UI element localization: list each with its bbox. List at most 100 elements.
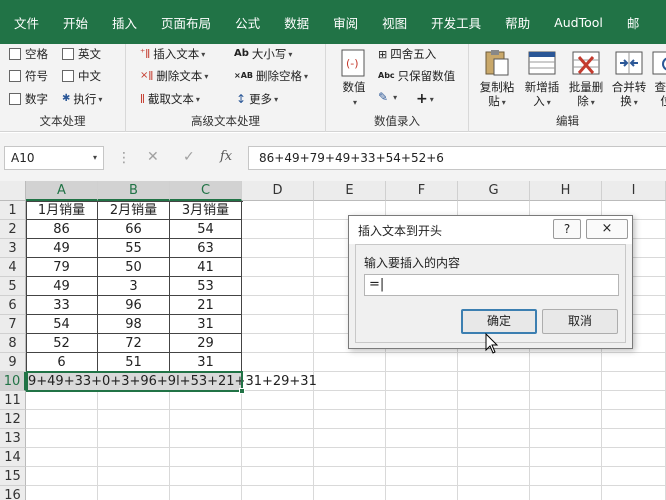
tab-mail[interactable]: 邮 [615,13,652,32]
keep-values-button[interactable]: Abc 只保留数值 [378,68,455,84]
cell[interactable]: 86 [26,220,98,239]
cell[interactable] [458,448,530,467]
row-header[interactable]: 14 [0,448,26,467]
cell[interactable] [314,353,386,372]
row-header[interactable]: 16 [0,486,26,500]
checkbox-box[interactable] [9,70,21,82]
cell[interactable]: 52 [26,334,98,353]
more-button[interactable]: ↕ 更多 ▾ [236,91,278,107]
cell[interactable] [530,429,602,448]
cell[interactable] [530,467,602,486]
cell[interactable] [170,410,242,429]
cell[interactable]: 72 [98,334,170,353]
cell[interactable] [170,467,242,486]
cancel-icon[interactable]: ✕ [147,149,159,165]
cell[interactable] [26,467,98,486]
cell[interactable] [98,391,170,410]
case-button[interactable]: Ab 大小写 ▾ [234,46,292,62]
cell[interactable] [602,353,666,372]
cell[interactable] [314,429,386,448]
cell[interactable] [602,448,666,467]
cell[interactable] [530,353,602,372]
cell[interactable]: 33 [26,296,98,315]
cell[interactable] [98,429,170,448]
cell[interactable]: 31 [170,315,242,334]
cell[interactable] [530,448,602,467]
cell[interactable] [314,372,386,391]
name-box[interactable]: A10 ▾ [4,146,104,170]
cell[interactable] [386,372,458,391]
insert-text-button[interactable]: ⁺ǁ 插入文本 ▾ [140,46,205,62]
cell[interactable]: 98 [98,315,170,334]
cell[interactable]: 41 [170,258,242,277]
batch-delete-button[interactable]: 批量删 除 ▾ [565,48,607,110]
tab-formulas[interactable]: 公式 [223,13,272,32]
cell[interactable]: 31 [170,353,242,372]
number-button[interactable]: (-) 数值 ▾ [338,48,370,110]
cell[interactable]: 3月销量 [170,201,242,220]
checkbox-space[interactable]: 空格 [9,46,48,62]
cancel-button[interactable]: 取消 [542,309,618,334]
cell[interactable] [458,391,530,410]
row-header[interactable]: 11 [0,391,26,410]
checkbox-number[interactable]: 数字 [9,91,48,107]
cell[interactable] [386,448,458,467]
checkbox-box[interactable] [9,93,21,105]
dialog-title-bar[interactable]: 插入文本到开头 ? × [349,216,632,244]
tab-home[interactable]: 开始 [51,13,100,32]
cell[interactable] [242,429,314,448]
cell[interactable] [530,372,602,391]
column-header[interactable]: D [242,181,314,201]
cell[interactable]: 54 [170,220,242,239]
row-header[interactable]: 2 [0,220,26,239]
column-header[interactable]: G [458,181,530,201]
cell[interactable]: 3 [98,277,170,296]
cell[interactable] [170,429,242,448]
find-locate-button[interactable]: 查找 位 [651,48,666,108]
insert-function-icon[interactable]: fx [220,149,232,164]
row-header[interactable]: 13 [0,429,26,448]
cell[interactable] [170,448,242,467]
select-all-corner[interactable] [0,181,26,201]
cell[interactable] [242,315,314,334]
cell[interactable]: 79 [26,258,98,277]
cell[interactable] [602,410,666,429]
enter-icon[interactable]: ✓ [183,149,195,165]
cell[interactable]: 1月销量 [26,201,98,220]
cell[interactable] [458,486,530,500]
cell[interactable]: 66 [98,220,170,239]
checkbox-chinese[interactable]: 中文 [62,68,101,84]
tab-data[interactable]: 数据 [272,13,321,32]
row-header[interactable]: 15 [0,467,26,486]
cell[interactable] [458,372,530,391]
cell[interactable]: 21 [170,296,242,315]
cell[interactable] [242,467,314,486]
cell-a10-overflow-text[interactable]: 9+49+33+0+3+96+9l+53+21+31+29+31 [28,372,317,391]
checkbox-box[interactable] [62,70,74,82]
add-dropdown[interactable]: + ▾ [416,91,434,107]
chevron-down-icon[interactable]: ▾ [93,153,97,162]
cell[interactable] [242,258,314,277]
cell[interactable] [314,467,386,486]
cell[interactable] [386,391,458,410]
cell[interactable] [98,467,170,486]
row-header[interactable]: 10 [0,372,26,391]
cell[interactable]: 51 [98,353,170,372]
cell[interactable] [242,201,314,220]
cell[interactable] [242,448,314,467]
cell[interactable] [26,410,98,429]
cell[interactable] [386,429,458,448]
copy-paste-button[interactable]: 复制粘 贴 ▾ [477,48,517,110]
column-header[interactable]: I [602,181,666,201]
row-header[interactable]: 12 [0,410,26,429]
row-header[interactable]: 8 [0,334,26,353]
tab-file[interactable]: 文件 [0,13,51,32]
cell[interactable] [170,486,242,500]
cell[interactable] [98,448,170,467]
ok-button[interactable]: 确定 [461,309,537,334]
cell[interactable] [386,353,458,372]
cell[interactable]: 6 [26,353,98,372]
row-header[interactable]: 3 [0,239,26,258]
tab-audtool[interactable]: AudTool [542,15,615,30]
cell[interactable] [602,372,666,391]
